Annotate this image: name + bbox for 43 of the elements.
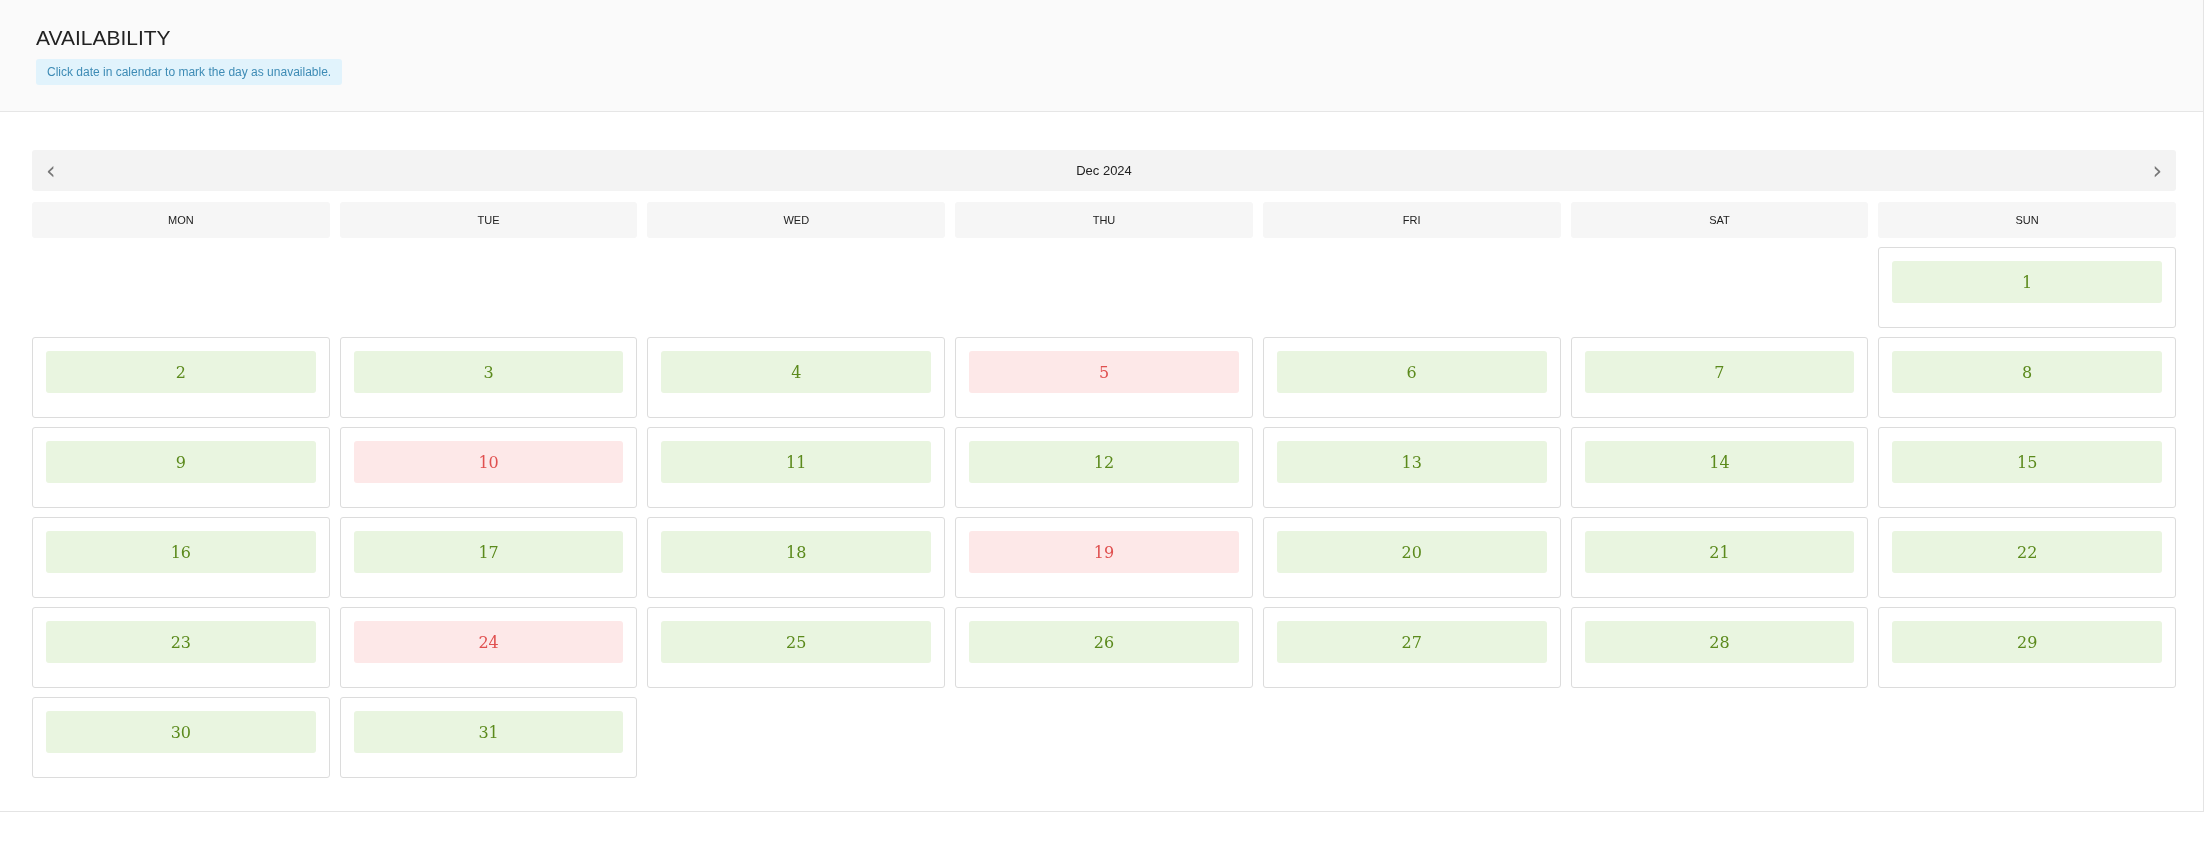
date-button[interactable]: 6 [1276,351,1547,393]
date-button[interactable]: 23 [46,621,316,663]
date-button[interactable]: 25 [661,621,932,663]
date-button[interactable]: 31 [353,711,624,753]
date-button[interactable]: 5 [969,351,1239,393]
date-button[interactable]: 21 [1584,531,1855,573]
weekday-header: FRI [1262,202,1561,238]
previous-month-button[interactable]: ‹ [42,158,60,183]
hint-message: Click date in calendar to mark the day as unavailable. [36,59,343,85]
date-button[interactable]: 7 [1584,351,1855,393]
date-button[interactable]: 16 [46,531,316,573]
date-button[interactable]: 19 [969,531,1239,573]
date-button[interactable]: 12 [969,441,1239,483]
date-button[interactable]: 29 [1892,621,2162,663]
date-button[interactable]: 24 [353,621,624,663]
date-button[interactable]: 18 [661,531,932,573]
date-button[interactable]: 26 [969,621,1239,663]
date-button[interactable]: 10 [353,441,624,483]
next-month-button[interactable]: › [2148,158,2166,183]
weekday-header: WED [647,202,946,238]
date-button[interactable]: 14 [1584,441,1855,483]
month-title: Dec 2024 [1076,163,1132,178]
date-button[interactable]: 4 [661,351,932,393]
date-button[interactable]: 30 [46,711,316,753]
date-button[interactable]: 28 [1584,621,1855,663]
date-button[interactable]: 20 [1276,531,1547,573]
date-button[interactable]: 17 [353,531,624,573]
date-button[interactable]: 15 [1892,441,2162,483]
weekday-header: SUN [1878,202,2176,238]
weekday-header: SAT [1570,202,1869,238]
weekday-header: TUE [339,202,638,238]
date-button[interactable]: 22 [1892,531,2162,573]
weekday-header: THU [955,202,1253,238]
weekday-header: MON [32,202,330,238]
page-title: AVAILABILITY [36,26,171,50]
date-button[interactable]: 27 [1276,621,1547,663]
date-button[interactable]: 3 [353,351,624,393]
date-button[interactable]: 2 [46,351,316,393]
date-button[interactable]: 13 [1276,441,1547,483]
date-button[interactable]: 8 [1892,351,2162,393]
date-button[interactable]: 9 [46,441,316,483]
date-button[interactable]: 1 [1892,261,2162,303]
date-button[interactable]: 11 [661,441,932,483]
